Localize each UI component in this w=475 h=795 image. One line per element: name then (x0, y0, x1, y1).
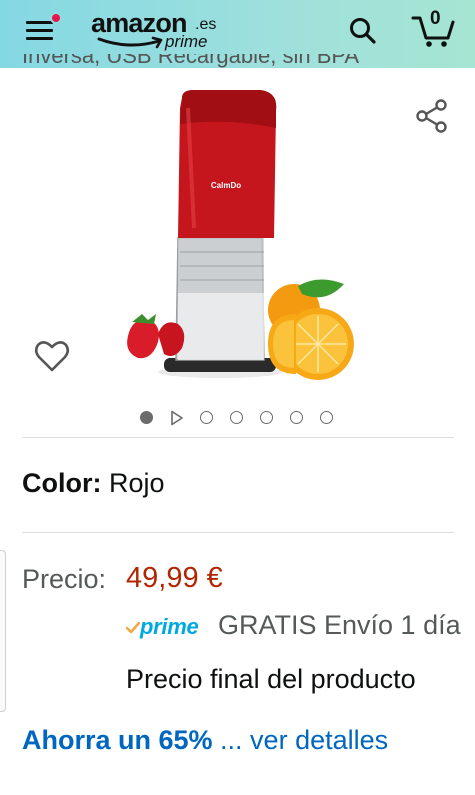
carousel-dot[interactable] (230, 411, 243, 424)
carousel-dot[interactable] (320, 411, 333, 424)
savings-link[interactable]: Ahorra un 65% ... ver detalles (22, 725, 388, 756)
final-price-note: Precio final del producto (126, 664, 416, 694)
section-divider (22, 437, 454, 438)
carousel-dot[interactable] (200, 411, 213, 424)
search-button[interactable] (348, 16, 378, 46)
carousel-dot[interactable] (260, 411, 273, 424)
price-label: Precio: (22, 564, 107, 594)
side-panel-edge (0, 550, 6, 712)
product-image[interactable]: CalmDo (118, 88, 363, 388)
menu-bar (26, 29, 53, 32)
shipping-info: GRATIS Envío 1 día (218, 610, 461, 640)
brand-label: CalmDo (211, 181, 241, 190)
amazon-prime-logo[interactable]: amazon .es prime (91, 8, 221, 56)
variant-value: Rojo (109, 468, 165, 498)
notification-dot-icon (50, 12, 62, 24)
menu-bar (26, 21, 53, 24)
variant-label: Color: (22, 468, 102, 498)
menu-bar (26, 37, 53, 40)
heart-icon (34, 341, 70, 372)
image-carousel-indicator (138, 409, 348, 427)
savings-amount: Ahorra un 65% (22, 725, 213, 755)
carousel-dot[interactable] (290, 411, 303, 424)
prime-badge: prime (126, 612, 210, 642)
wishlist-button[interactable] (32, 336, 72, 376)
logo-prime: prime (165, 32, 208, 51)
share-icon (416, 99, 447, 133)
see-details-link[interactable]: ... ver detalles (213, 725, 388, 755)
cart-button[interactable]: 0 (410, 8, 456, 48)
prime-word: prime (140, 614, 199, 639)
smile-arrow-icon (97, 36, 163, 49)
cart-count: 0 (430, 8, 441, 29)
menu-button[interactable] (26, 12, 62, 43)
video-play-icon[interactable] (170, 410, 184, 426)
variant-color[interactable]: Color: Rojo (22, 468, 165, 499)
section-divider (22, 532, 454, 533)
prime-check-icon (126, 622, 140, 634)
product-title-partial: Inversa, USB Recargable, sin BPA (22, 54, 475, 78)
carousel-dot[interactable] (140, 411, 153, 424)
price-value: 49,99 € (126, 562, 223, 594)
product-title-text: Inversa, USB Recargable, sin BPA (22, 54, 360, 68)
search-icon (350, 18, 376, 44)
share-button[interactable] (414, 98, 450, 134)
juicer-product-image: CalmDo (127, 90, 354, 380)
